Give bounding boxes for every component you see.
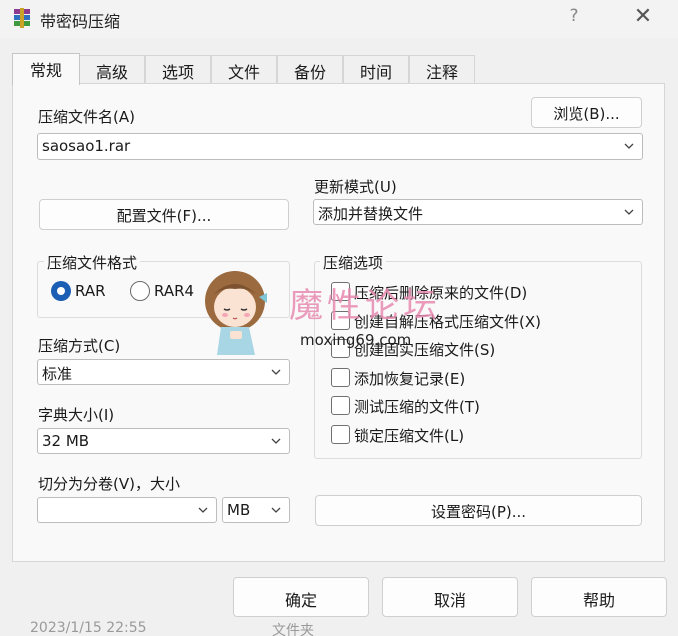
checkbox-test-files[interactable] bbox=[331, 396, 350, 415]
mascot-girl-icon bbox=[205, 271, 267, 355]
archive-format-group-title: 压缩文件格式 bbox=[44, 252, 141, 273]
ok-button[interactable]: 确定 bbox=[233, 577, 369, 617]
dictionary-size-combo[interactable]: 32 MB bbox=[37, 428, 290, 454]
dictionary-size-value: 32 MB bbox=[42, 432, 90, 450]
tab-comment[interactable]: 注释 bbox=[409, 55, 475, 84]
watermark-site: moxing69.com bbox=[300, 331, 412, 349]
window-title: 带密码压缩 bbox=[40, 12, 121, 31]
winrar-app-icon bbox=[14, 8, 30, 28]
help-title-button[interactable]: ? bbox=[563, 6, 585, 30]
checkbox-recovery-record-label[interactable]: 添加恢复记录(E) bbox=[354, 368, 465, 389]
chevron-down-icon bbox=[624, 209, 634, 215]
chevron-down-icon bbox=[624, 143, 634, 149]
watermark-title: 魔性论坛 bbox=[289, 286, 441, 326]
close-button[interactable]: ✕ bbox=[628, 4, 658, 32]
tab-general[interactable]: 常规 bbox=[12, 53, 80, 85]
update-mode-combo[interactable]: 添加并替换文件 bbox=[313, 199, 643, 225]
tab-options[interactable]: 选项 bbox=[145, 55, 211, 84]
radio-rar4[interactable] bbox=[130, 281, 150, 301]
browse-button[interactable]: 浏览(B)... bbox=[531, 97, 642, 128]
radio-rar-label[interactable]: RAR bbox=[75, 282, 106, 300]
radio-rar[interactable] bbox=[51, 281, 71, 301]
tab-files[interactable]: 文件 bbox=[211, 55, 277, 84]
update-mode-label: 更新模式(U) bbox=[314, 178, 397, 196]
tab-advanced[interactable]: 高级 bbox=[79, 55, 145, 84]
dictionary-size-label: 字典大小(I) bbox=[38, 406, 115, 424]
profiles-button[interactable]: 配置文件(F)... bbox=[39, 199, 289, 230]
chevron-down-icon bbox=[198, 507, 208, 513]
archive-name-combo[interactable]: saosao1.rar bbox=[37, 133, 643, 160]
set-password-button[interactable]: 设置密码(P)... bbox=[315, 495, 642, 526]
split-unit-value: MB bbox=[227, 501, 251, 519]
checkbox-lock-archive-label[interactable]: 锁定压缩文件(L) bbox=[354, 425, 464, 446]
help-button[interactable]: 帮助 bbox=[531, 577, 667, 617]
chevron-down-icon bbox=[271, 369, 281, 375]
title-bar: 带密码压缩 ? ✕ bbox=[0, 0, 678, 38]
split-volumes-label: 切分为分卷(V)，大小 bbox=[38, 475, 180, 493]
checkbox-test-files-label[interactable]: 测试压缩的文件(T) bbox=[354, 396, 480, 417]
split-volume-size-combo[interactable] bbox=[37, 497, 217, 523]
split-unit-combo[interactable]: MB bbox=[222, 497, 290, 523]
tab-backup[interactable]: 备份 bbox=[277, 55, 343, 84]
archive-name-value: saosao1.rar bbox=[42, 137, 131, 155]
tab-time[interactable]: 时间 bbox=[343, 55, 409, 84]
checkbox-recovery-record[interactable] bbox=[331, 368, 350, 387]
cancel-button[interactable]: 取消 bbox=[382, 577, 518, 617]
background-date-text: 2023/1/15 22:55 bbox=[30, 620, 147, 636]
compression-method-value: 标准 bbox=[42, 365, 73, 383]
chevron-down-icon bbox=[271, 507, 281, 513]
compression-method-label: 压缩方式(C) bbox=[38, 337, 121, 355]
radio-rar4-label[interactable]: RAR4 bbox=[154, 282, 194, 300]
archive-name-label: 压缩文件名(A) bbox=[38, 108, 135, 126]
chevron-down-icon bbox=[271, 438, 281, 444]
update-mode-value: 添加并替换文件 bbox=[318, 205, 424, 223]
checkbox-lock-archive[interactable] bbox=[331, 425, 350, 444]
archiving-options-group-title: 压缩选项 bbox=[320, 252, 387, 273]
background-type-text: 文件夹 bbox=[272, 623, 314, 636]
